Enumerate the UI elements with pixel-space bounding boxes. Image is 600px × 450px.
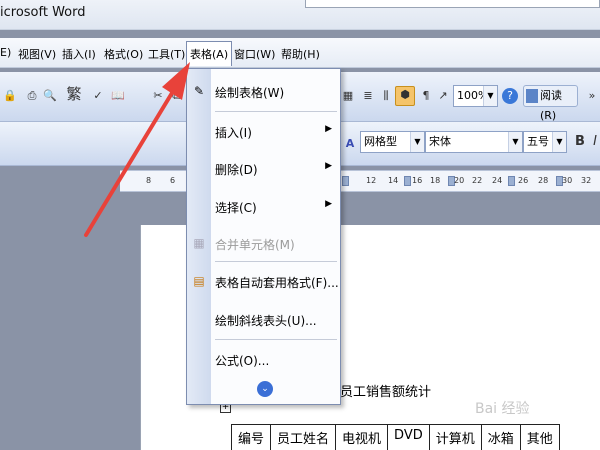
menu-format[interactable]: 格式(O) (104, 46, 143, 62)
merge-cells-icon: ▦ (193, 236, 205, 250)
title-bar-field (305, 0, 600, 8)
menu-item-label: 绘制表格(W) (215, 86, 285, 100)
document-title: 员工销售额统计 (340, 385, 432, 400)
chevron-down-icon[interactable]: ▼ (552, 132, 566, 152)
ruler-tick: 8 (146, 176, 152, 185)
menu-bar: E) 视图(V) 插入(I) 格式(O) 工具(T) 表格(A) 窗口(W) 帮… (0, 38, 600, 68)
table-cell[interactable]: 其他 (519, 424, 560, 450)
table-cell[interactable]: 电视机 (335, 424, 389, 450)
toolbar-options-icon[interactable]: » (584, 88, 600, 104)
table-row: 编号 员工姓名 电视机 DVD 计算机 冰箱 其他 (230, 424, 560, 450)
ruler-tick: 20 (454, 176, 465, 185)
watermark: Bai 经验 (475, 401, 530, 417)
ruler-tick: 12 (366, 176, 377, 185)
title-bar: icrosoft Word (0, 0, 600, 30)
ruler-column-marker[interactable] (508, 176, 515, 186)
menu-item-draw-table[interactable]: ✎ 绘制表格(W) (187, 79, 340, 105)
research-icon[interactable]: 📖 (110, 88, 126, 104)
menu-item-formula[interactable]: 公式(O)... (187, 347, 340, 373)
table-cell[interactable]: 计算机 (428, 424, 482, 450)
styles-icon[interactable]: A (342, 136, 358, 152)
menu-item-select[interactable]: 选择(C) ▶ (187, 194, 340, 220)
table-cell[interactable]: 冰箱 (480, 424, 521, 450)
ruler-tick: 28 (538, 176, 549, 185)
font-value: 宋体 (429, 135, 451, 148)
read-icon (526, 89, 538, 103)
columns-icon[interactable]: ≣ (360, 88, 376, 104)
submenu-arrow-icon: ▶ (325, 199, 332, 209)
menu-item-merge-cells: ▦ 合并单元格(M) (187, 231, 340, 257)
menu-separator (215, 339, 337, 340)
insert-chart-icon[interactable]: ↗ (435, 88, 451, 104)
menu-separator (215, 111, 337, 112)
menu-tools[interactable]: 工具(T) (148, 46, 185, 62)
menu-window[interactable]: 窗口(W) (234, 46, 275, 62)
print-icon[interactable]: ⎙ (24, 88, 40, 104)
help-icon[interactable]: ? (502, 88, 518, 104)
bold-button[interactable]: B (572, 134, 588, 150)
autoformat-icon: ▤ (193, 274, 205, 288)
document-map-icon[interactable]: ⬢ (395, 86, 415, 106)
chevron-down-icon[interactable]: ▼ (508, 132, 522, 152)
copy-icon[interactable]: ⧉ (168, 88, 184, 104)
menu-item-label: 绘制斜线表头(U)... (215, 314, 317, 328)
menu-item-diagonal-header[interactable]: 绘制斜线表头(U)... (187, 307, 340, 333)
read-button-label: 阅读(R) (540, 89, 562, 122)
ruler-tick: 32 (581, 176, 592, 185)
chevron-down-icon[interactable]: ▼ (483, 86, 497, 106)
font-size-value: 五号 (527, 135, 549, 148)
menu-item-label: 删除(D) (215, 163, 258, 177)
show-hide-icon[interactable]: ¶ (418, 88, 434, 104)
window-title: icrosoft Word (0, 5, 86, 20)
menu-separator (215, 261, 337, 262)
spelling-icon[interactable]: ✓ (90, 88, 106, 104)
italic-button[interactable]: I (590, 134, 600, 150)
ruler-tick: 26 (518, 176, 529, 185)
chevron-down-icon[interactable]: ▼ (410, 132, 424, 152)
cut-icon[interactable]: ✂ (150, 88, 166, 104)
print-preview-icon[interactable]: 🔍 (42, 88, 58, 104)
ruler-tick: 14 (388, 176, 399, 185)
menu-help[interactable]: 帮助(H) (281, 46, 320, 62)
menu-item-label: 合并单元格(M) (215, 238, 295, 252)
menu-view[interactable]: 视图(V) (18, 46, 56, 62)
ruler-tick: 18 (430, 176, 441, 185)
submenu-arrow-icon: ▶ (325, 161, 332, 171)
drawing-icon[interactable]: ⫼ (378, 88, 394, 104)
ruler-tick: 6 (170, 176, 176, 185)
style-value: 网格型 (364, 135, 397, 148)
read-button[interactable]: 阅读(R) (523, 85, 578, 122)
menu-item-label: 选择(C) (215, 201, 257, 215)
zoom-select[interactable]: 100% ▼ (453, 85, 498, 107)
ruler-tick: 24 (492, 176, 503, 185)
menu-insert[interactable]: 插入(I) (62, 46, 96, 62)
ruler-column-marker[interactable] (342, 176, 349, 186)
style-select[interactable]: 网格型 ▼ (360, 131, 425, 153)
permission-icon[interactable]: 🔒 (2, 88, 18, 104)
menu-item-label: 公式(O)... (215, 354, 270, 368)
menu-item-label: 插入(I) (215, 126, 252, 140)
menu-item-label: 表格自动套用格式(F)... (215, 276, 339, 290)
ruler-tick: 30 (562, 176, 573, 185)
table-menu-dropdown: ✎ 绘制表格(W) 插入(I) ▶ 删除(D) ▶ 选择(C) ▶ ▦ 合并单元… (186, 68, 341, 405)
menu-item-autoformat[interactable]: ▤ 表格自动套用格式(F)... (187, 269, 340, 295)
font-size-select[interactable]: 五号 ▼ (523, 131, 567, 153)
table-cell[interactable]: 编号 (230, 424, 272, 450)
traditional-chinese-icon[interactable]: 繁 (64, 86, 84, 102)
menu-table[interactable]: 表格(A) (186, 41, 233, 66)
submenu-arrow-icon: ▶ (325, 124, 332, 134)
ruler-column-marker[interactable] (404, 176, 411, 186)
insert-excel-icon[interactable]: ▦ (340, 88, 356, 104)
menu-edit[interactable]: E) (0, 46, 11, 59)
font-select[interactable]: 宋体 ▼ (425, 131, 523, 153)
table-cell[interactable]: DVD (387, 424, 430, 450)
sales-table[interactable]: 编号 员工姓名 电视机 DVD 计算机 冰箱 其他 (230, 424, 560, 450)
table-cell[interactable]: 员工姓名 (270, 424, 337, 450)
menu-item-delete[interactable]: 删除(D) ▶ (187, 156, 340, 182)
pencil-icon: ✎ (193, 84, 205, 98)
ruler-tick: 16 (412, 176, 423, 185)
ruler-tick: 22 (472, 176, 483, 185)
expand-menu-icon[interactable]: ⌄ (257, 381, 273, 397)
menu-item-insert[interactable]: 插入(I) ▶ (187, 119, 340, 145)
